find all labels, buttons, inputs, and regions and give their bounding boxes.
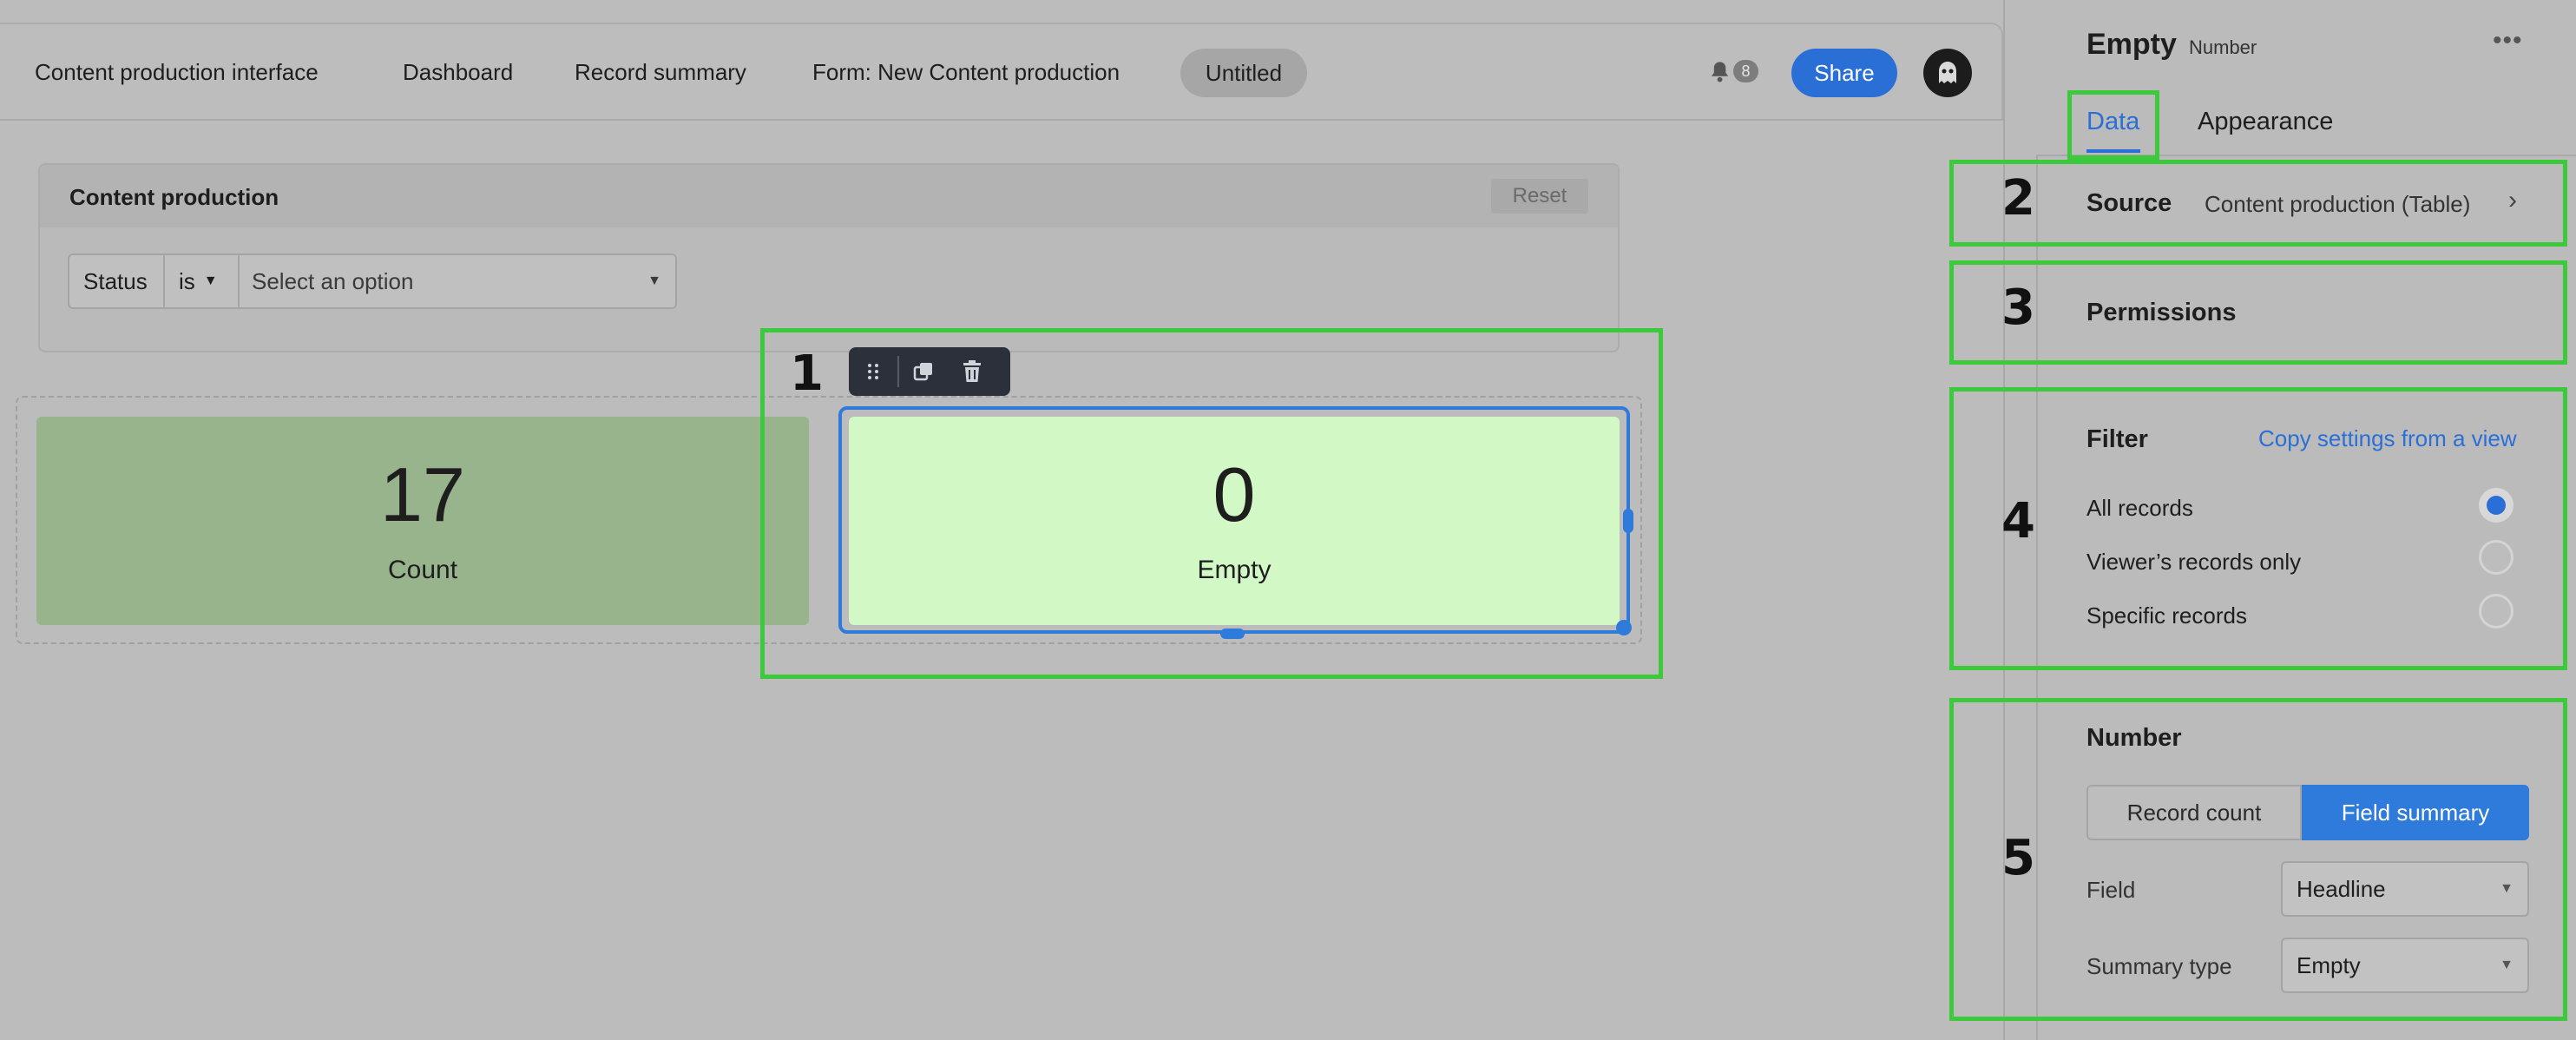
annotation-box-2 [1949,160,2567,247]
share-button[interactable]: Share [1791,49,1897,97]
filter-field-chip[interactable]: Status [68,253,165,309]
filter-field-label: Status [83,267,148,294]
panel-element-type: Number [2189,36,2257,58]
nav-item-form-new-content-production[interactable]: Form: New Content production [812,59,1120,86]
filter-value-placeholder: Select an option [252,267,414,294]
reset-button[interactable]: Reset [1491,179,1588,214]
filter-card-header: Content production Reset [40,165,1618,227]
annotation-box-3 [1949,260,2567,365]
bell-icon [1711,62,1729,82]
annotation-number-4: 4 [2001,493,2035,550]
panel-title: Empty [2086,28,2177,61]
annotation-box-5 [1949,698,2567,1021]
caret-down-icon: ▼ [647,273,661,288]
notification-count-badge: 8 [1733,60,1758,82]
filter-card-title: Content production [69,184,279,210]
more-options-icon[interactable]: ••• [2493,26,2523,56]
annotation-box-data-tab [2067,90,2159,160]
nav-item-untitled[interactable]: Untitled [1180,49,1307,97]
caret-down-icon: ▼ [203,273,218,288]
nav-item-dashboard[interactable]: Dashboard [403,59,513,86]
filter-operator-label: is [179,267,195,294]
filter-operator-dropdown[interactable]: is ▼ [165,253,240,309]
annotation-box-4 [1949,387,2567,670]
annotation-number-5: 5 [2001,830,2035,886]
annotation-number-3: 3 [2001,280,2035,336]
filter-value-dropdown[interactable]: Select an option ▼ [240,253,677,309]
nav-item-content-production-interface[interactable]: Content production interface [35,59,319,86]
tab-appearance[interactable]: Appearance [2198,108,2333,136]
top-navigation: Content production interface Dashboard R… [0,23,2003,121]
number-card-count[interactable]: 17 Count [36,417,809,625]
ghost-avatar-icon [1939,62,1956,83]
notifications-button[interactable]: 8 [1710,56,1758,87]
annotation-number-1: 1 [790,346,824,402]
annotation-box-1 [760,328,1663,679]
number-card-label: Count [387,556,458,584]
nav-item-record-summary[interactable]: Record summary [575,59,746,86]
filter-card: Content production Reset Status is ▼ Sele… [38,163,1620,352]
annotation-number-2: 2 [2001,170,2035,227]
number-card-value: 17 [380,451,465,537]
avatar[interactable] [1923,49,1972,97]
